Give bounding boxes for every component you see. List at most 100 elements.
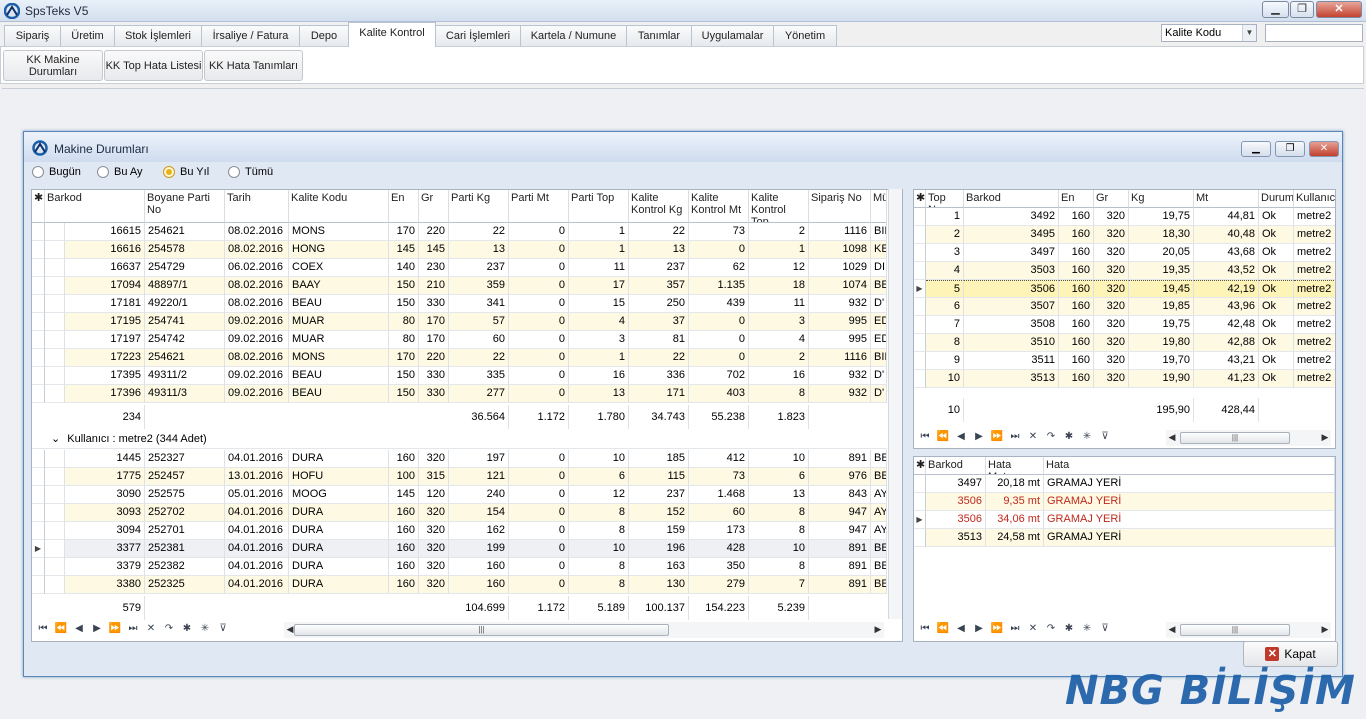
grid-cell[interactable]: 197 [449, 450, 509, 468]
grid-cell[interactable]: 3379 [65, 558, 145, 576]
scroll-thumb[interactable]: ||| [1180, 432, 1290, 444]
grid-cell[interactable]: 8 [569, 558, 629, 576]
grid-cell[interactable]: metre2 [1294, 208, 1335, 226]
grid-cell[interactable]: 252381 [145, 540, 225, 558]
grid-cell[interactable]: 159 [629, 522, 689, 540]
grid-cell[interactable]: GRAMAJ YERİ [1044, 529, 1335, 547]
grid-cell[interactable]: BE [871, 558, 887, 576]
grid-cell[interactable]: 891 [809, 558, 871, 576]
grid-cell[interactable]: 170 [389, 223, 419, 241]
grid-cell[interactable]: 0 [509, 486, 569, 504]
grid-cell[interactable]: 0 [509, 576, 569, 594]
grid-cell[interactable]: 320 [419, 558, 449, 576]
column-header-2[interactable]: Hata [1044, 457, 1335, 475]
filter-icon[interactable]: ⊽ [215, 623, 231, 634]
grid-cell[interactable]: 19,70 [1129, 352, 1194, 370]
grid-cell[interactable]: 3 [569, 331, 629, 349]
grid-cell[interactable]: ED [871, 313, 887, 331]
grid-cell[interactable]: 1.468 [689, 486, 749, 504]
grid-cell[interactable]: 320 [419, 576, 449, 594]
add-icon[interactable]: ✱ [179, 623, 195, 634]
last-icon[interactable]: ⏭ [1007, 431, 1023, 442]
next-icon[interactable]: ▶ [971, 623, 987, 634]
kk-top-hata-listesi-button[interactable]: KK Top Hata Listesi [104, 50, 203, 81]
grid-cell[interactable]: 330 [419, 367, 449, 385]
grid-cell[interactable]: 10 [926, 370, 964, 388]
grid-cell[interactable]: GRAMAJ YERİ [1044, 511, 1335, 529]
grid-cell[interactable]: 220 [419, 223, 449, 241]
grid-cell[interactable]: 9,35 mt [986, 493, 1044, 511]
next-icon[interactable]: ▶ [971, 431, 987, 442]
grid-cell[interactable]: 160 [389, 540, 419, 558]
column-header-0[interactable]: Barkod [926, 457, 986, 475]
row-indicator[interactable] [32, 241, 45, 259]
grid-cell[interactable]: 320 [1094, 334, 1129, 352]
scroll-right-icon[interactable]: ▶ [872, 624, 884, 635]
grid-cell[interactable]: 320 [419, 504, 449, 522]
refresh-icon[interactable]: ↷ [1043, 623, 1059, 634]
grid-cell[interactable]: 0 [509, 468, 569, 486]
grid-cell[interactable]: 152 [629, 504, 689, 522]
row-indicator[interactable] [32, 385, 45, 403]
grid-cell[interactable]: 185 [629, 450, 689, 468]
row-indicator[interactable] [32, 486, 45, 504]
grid-cell[interactable]: 171 [629, 385, 689, 403]
first-icon[interactable]: ⏮ [35, 623, 51, 634]
grid-cell[interactable]: 170 [419, 331, 449, 349]
grid-cell[interactable]: 160 [389, 450, 419, 468]
grid-cell[interactable]: 1 [569, 349, 629, 367]
grid-cell[interactable]: 10 [749, 540, 809, 558]
grid-cell[interactable]: 42,19 [1194, 280, 1259, 298]
grid-cell[interactable]: KE [871, 241, 887, 259]
next-page-icon[interactable]: ⏩ [107, 623, 123, 634]
scroll-thumb[interactable]: ||| [1180, 624, 1290, 636]
grid-cell[interactable]: D' [871, 295, 887, 313]
grid-cell[interactable]: 2 [926, 226, 964, 244]
grid-cell[interactable]: 6 [926, 298, 964, 316]
tab-yonetim[interactable]: Yönetim [773, 25, 837, 46]
grid-cell[interactable]: 17223 [65, 349, 145, 367]
row-indicator[interactable] [32, 277, 45, 295]
grid-cell[interactable]: 19,85 [1129, 298, 1194, 316]
grid-cell[interactable]: 17396 [65, 385, 145, 403]
grid-cell[interactable]: 252575 [145, 486, 225, 504]
grid-cell[interactable]: 44,81 [1194, 208, 1259, 226]
grid-cell[interactable]: 130 [629, 576, 689, 594]
grid-cell[interactable]: 0 [509, 259, 569, 277]
grid-cell[interactable]: metre2 [1294, 334, 1335, 352]
tab-irsaliye-fatura[interactable]: İrsaliye / Fatura [201, 25, 300, 46]
grid-cell[interactable]: 160 [1059, 316, 1094, 334]
grid-cell[interactable]: 330 [419, 295, 449, 313]
grid-cell[interactable]: 0 [509, 349, 569, 367]
grid-cell[interactable]: 3510 [964, 334, 1059, 352]
grid-cell[interactable]: 17181 [65, 295, 145, 313]
grid-cell[interactable]: DURA [289, 504, 389, 522]
grid-cell[interactable]: 254742 [145, 331, 225, 349]
grid-cell[interactable]: 3506 [926, 493, 986, 511]
grid-cell[interactable]: BE [871, 450, 887, 468]
grid-cell[interactable]: 160 [389, 576, 419, 594]
grid-cell[interactable]: 140 [389, 259, 419, 277]
grid-cell[interactable]: 154 [449, 504, 509, 522]
grid-cell[interactable]: 6 [569, 468, 629, 486]
grid-cell[interactable]: 0 [509, 385, 569, 403]
grid-cell[interactable]: MUAR [289, 313, 389, 331]
row-indicator[interactable] [32, 259, 45, 277]
grid-cell[interactable]: 932 [809, 295, 871, 313]
column-header-0[interactable]: Top No [926, 190, 964, 208]
grid-cell[interactable]: 320 [1094, 298, 1129, 316]
grid-cell[interactable]: BE [871, 277, 887, 295]
grid-cell[interactable]: 3093 [65, 504, 145, 522]
grid-cell[interactable]: 80 [389, 313, 419, 331]
kk-makine-durumlari-button[interactable]: KK Makine Durumları [3, 50, 103, 81]
grid-cell[interactable]: 320 [1094, 316, 1129, 334]
grid-cell[interactable]: 250 [629, 295, 689, 313]
grid-cell[interactable]: 163 [629, 558, 689, 576]
grid-cell[interactable]: 08.02.2016 [225, 223, 289, 241]
grid-cell[interactable]: 160 [1059, 352, 1094, 370]
refresh-icon[interactable]: ↷ [1043, 431, 1059, 442]
prev-icon[interactable]: ◀ [953, 431, 969, 442]
grid-cell[interactable]: 17197 [65, 331, 145, 349]
grid-cell[interactable]: 277 [449, 385, 509, 403]
grid-cell[interactable]: 11 [569, 259, 629, 277]
